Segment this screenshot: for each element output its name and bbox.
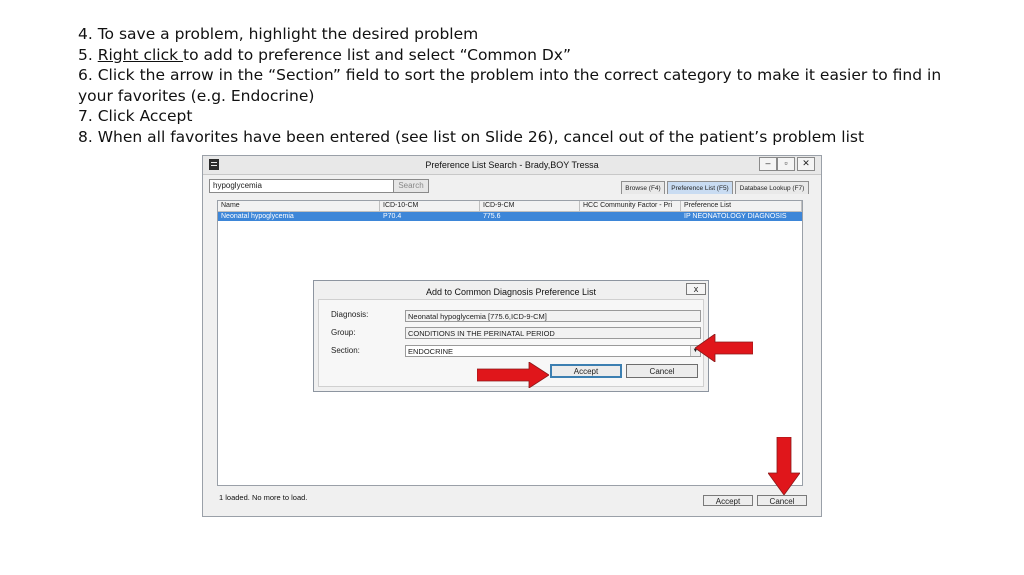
diagnosis-field: Neonatal hypoglycemia [775.6,ICD-9-CM] — [405, 310, 701, 322]
dialog-cancel-button[interactable]: Cancel — [626, 364, 698, 378]
accept-button[interactable]: Accept — [703, 495, 753, 506]
column-header-icd9[interactable]: ICD-9-CM — [480, 201, 580, 211]
window-titlebar[interactable]: Preference List Search - Brady,BOY Tress… — [203, 156, 821, 175]
row-icd10: P70.4 — [383, 213, 402, 220]
group-label: Group: — [331, 328, 355, 337]
status-text: 1 loaded. No more to load. — [219, 493, 308, 502]
dialog-close-button[interactable]: x — [686, 283, 706, 295]
row-icd9: 775.6 — [483, 213, 501, 220]
step-7: 7. Click Accept — [78, 107, 193, 126]
section-dropdown-value: ENDOCRINE — [408, 347, 454, 356]
step-5: 5. Right click to add to preference list… — [78, 45, 978, 66]
column-header-icd10[interactable]: ICD-10-CM — [380, 201, 480, 211]
section-dropdown[interactable]: ENDOCRINE ▼ — [405, 345, 701, 357]
window-title: Preference List Search - Brady,BOY Tress… — [425, 160, 599, 170]
column-header-name[interactable]: Name — [218, 201, 380, 211]
dialog-cancel-label: Cancel — [649, 367, 675, 376]
section-label-text: Section: — [331, 346, 360, 355]
group-field: CONDITIONS IN THE PERINATAL PERIOD — [405, 327, 701, 339]
step-6-line2: your favorites (e.g. Endocrine) — [78, 86, 315, 105]
column-header-hcc[interactable]: HCC Community Factor - Pri — [580, 201, 681, 211]
step-4: 4. To save a problem, highlight the desi… — [78, 25, 479, 43]
dialog-title: Add to Common Diagnosis Preference List — [425, 287, 597, 297]
row-name: Neonatal hypoglycemia — [221, 213, 294, 220]
minimize-button[interactable]: – — [759, 157, 777, 171]
cancel-button-label: Cancel — [769, 497, 795, 506]
step-8: 8. When all favorites have been entered … — [78, 127, 865, 146]
column-header-preference-list[interactable]: Preference List — [681, 201, 802, 211]
dialog-accept-button[interactable]: Accept — [550, 364, 622, 378]
step-5-rest: to add to preference list and select “Co… — [183, 45, 572, 64]
row-hcc — [580, 212, 681, 221]
cancel-button[interactable]: Cancel — [757, 495, 807, 506]
table-header: Name ICD-10-CM ICD-9-CM HCC Community Fa… — [218, 201, 802, 212]
arrow-right-icon — [477, 362, 549, 388]
step-6-line1: 6. Click the arrow in the “Section” fiel… — [78, 66, 942, 85]
arrow-left-icon — [695, 334, 753, 362]
step-5-underlined: Right click — [97, 45, 184, 64]
accept-button-label: Accept — [715, 497, 741, 506]
search-input[interactable]: hypoglycemia — [209, 179, 395, 193]
instruction-text: 4. To save a problem, highlight the desi… — [78, 24, 978, 148]
group-label-text: Group: — [331, 328, 356, 337]
close-window-button[interactable]: ✕ — [797, 157, 815, 171]
search-button[interactable]: Search — [393, 179, 429, 193]
section-label: Section: — [331, 346, 360, 355]
diagnosis-label-text: Diagnosis: — [331, 310, 369, 319]
tab-database-lookup[interactable]: Database Lookup (F7) — [735, 181, 809, 194]
tab-preference-list[interactable]: Preference List (F5) — [667, 181, 733, 194]
tab-browse[interactable]: Browse (F4) — [621, 181, 665, 194]
diagnosis-label: Diagnosis: — [331, 310, 368, 319]
restore-button[interactable]: ▫ — [777, 157, 795, 171]
arrow-down-icon — [768, 437, 800, 495]
table-row[interactable]: Neonatal hypoglycemia P70.4 775.6 IP NEO… — [218, 212, 802, 221]
row-preference-list: IP NEONATOLOGY DIAGNOSIS — [684, 213, 787, 220]
step-5-number: 5. — [78, 45, 98, 64]
dialog-accept-label: Accept — [573, 367, 599, 376]
